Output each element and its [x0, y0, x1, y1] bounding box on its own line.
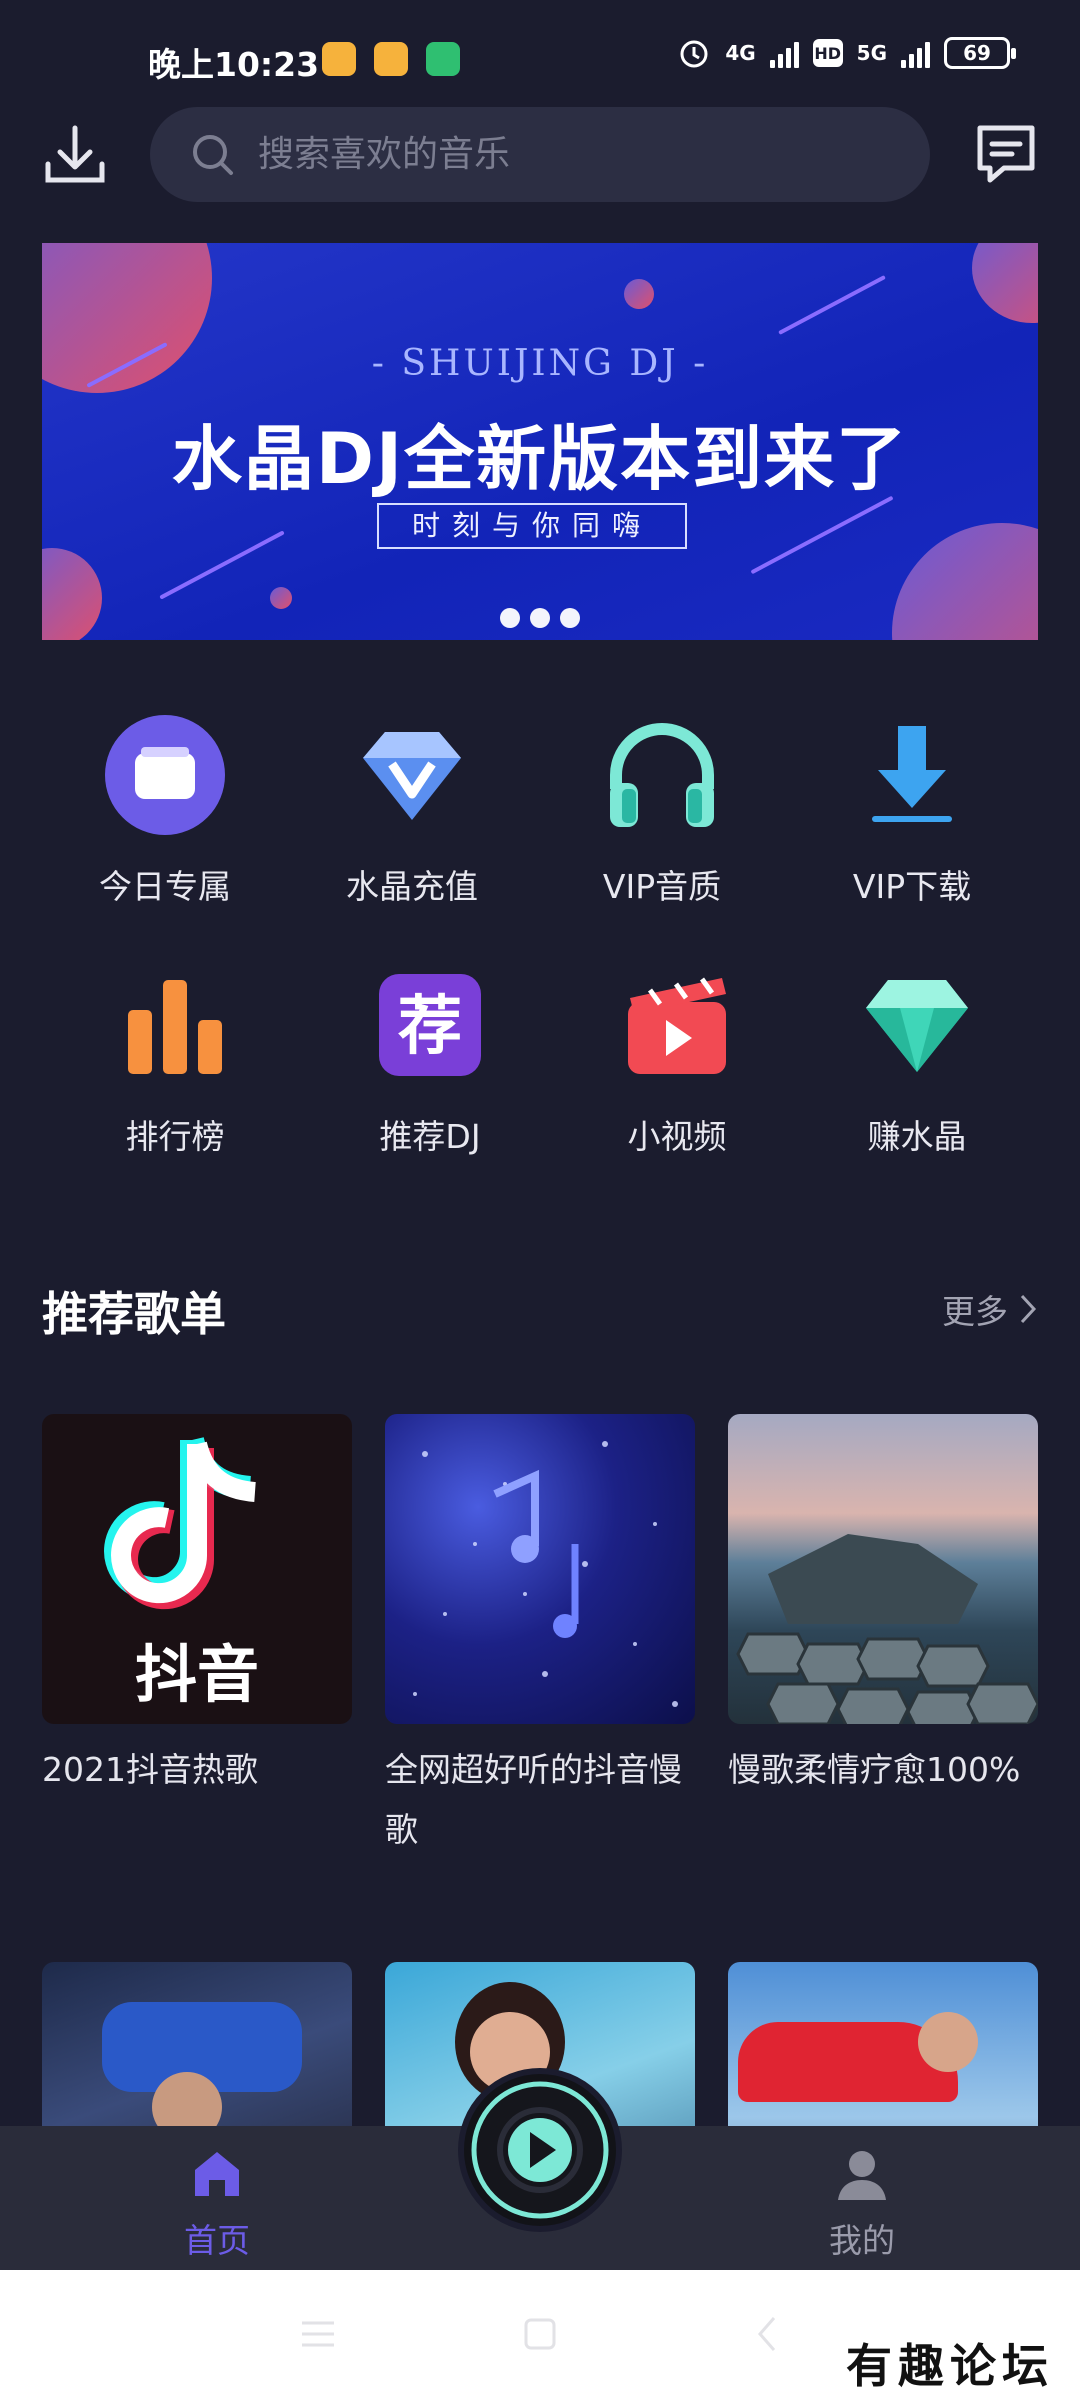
notification-icon [374, 42, 408, 76]
banner-tagline: 时刻与你同嗨 [377, 503, 687, 549]
person-image [918, 2012, 978, 2072]
gem-icon [852, 960, 982, 1090]
back-icon[interactable] [752, 2314, 782, 2354]
play-button[interactable] [458, 2068, 622, 2232]
play-icon [471, 2081, 609, 2219]
signal-icon [769, 38, 799, 68]
home-icon [195, 2152, 239, 2196]
search-input[interactable] [256, 133, 856, 176]
home-square-icon[interactable] [522, 2316, 558, 2352]
alarm-icon [680, 40, 708, 68]
menu-icon[interactable] [298, 2317, 338, 2351]
shield-icon [426, 42, 460, 76]
menu-item-vip-download[interactable]: VIP下载 [787, 710, 1037, 908]
carousel-dot[interactable] [530, 608, 550, 628]
watermark: 有趣论坛 [846, 2339, 1054, 2393]
recommend-icon: 荐 [365, 960, 495, 1090]
diamond-v-icon [347, 710, 477, 840]
playlist-card[interactable]: 全网超好听的抖音慢歌 [385, 1414, 695, 1860]
playlist-title: 慢歌柔情疗愈100% [728, 1750, 1021, 1789]
basalt-rocks-image [736, 1534, 1038, 1724]
nav-label: 首页 [184, 2221, 250, 2260]
headphones-icon [597, 710, 727, 840]
banner-subtitle: - SHUIJING DJ - [371, 343, 709, 384]
chevron-right-icon [1020, 1294, 1037, 1324]
carousel-indicator [42, 608, 1038, 628]
music-note-icon [413, 1441, 678, 1707]
playlist-cover [385, 1414, 695, 1724]
more-link[interactable]: 更多 [942, 1285, 1040, 1333]
playlist-title: 全网超好听的抖音慢歌 [385, 1750, 682, 1849]
playlist-cover: 抖音 [42, 1414, 352, 1724]
decoration [270, 587, 292, 609]
cover-text: 抖音 [134, 1638, 259, 1711]
menu-item-recharge[interactable]: 水晶充值 [287, 710, 537, 908]
menu-item-ranking[interactable]: 排行榜 [50, 960, 300, 1158]
status-time: 晚上10:23 [148, 45, 320, 84]
signal-icon [901, 38, 930, 68]
menu-label: 推荐DJ [379, 1117, 481, 1156]
search-icon [193, 134, 233, 175]
menu-label: 赚水晶 [867, 1117, 967, 1156]
more-label: 更多 [942, 1292, 1008, 1331]
menu-item-today[interactable]: 今日专属 [40, 710, 290, 908]
user-icon [838, 2151, 886, 2200]
nav-mine[interactable]: 我的 [782, 2144, 942, 2262]
menu-label: 排行榜 [125, 1117, 225, 1156]
decoration [778, 275, 886, 335]
decoration [750, 495, 894, 575]
playlist-card[interactable]: 抖音 2021抖音热歌 [42, 1414, 352, 1800]
carousel-dot[interactable] [560, 608, 580, 628]
download-icon [847, 710, 977, 840]
menu-label: 水晶充值 [346, 867, 478, 906]
download-icon[interactable] [40, 120, 110, 190]
network-label: 4G [725, 41, 756, 65]
decoration [159, 530, 285, 600]
menu-item-short-video[interactable]: 小视频 [552, 960, 802, 1158]
promo-banner[interactable]: - SHUIJING DJ - 水晶DJ全新版本到来了 时刻与你同嗨 [42, 243, 1038, 640]
network-label: 5G [856, 41, 887, 65]
playlist-title: 2021抖音热歌 [42, 1750, 258, 1789]
svg-text:荐: 荐 [398, 990, 462, 1064]
menu-item-earn[interactable]: 赚水晶 [792, 960, 1042, 1158]
bar-chart-icon [110, 960, 240, 1090]
decoration [624, 279, 654, 309]
menu-label: VIP下载 [852, 867, 972, 906]
banner-title: 水晶DJ全新版本到来了 [171, 418, 909, 500]
battery-indicator: 69 [944, 37, 1016, 69]
menu-item-recommend-dj[interactable]: 荐 推荐DJ [305, 960, 555, 1158]
menu-label: VIP音质 [602, 867, 722, 906]
video-icon [612, 960, 742, 1090]
playlist-cover [728, 1414, 1038, 1724]
calendar-icon [100, 710, 230, 840]
carousel-dot[interactable] [500, 608, 520, 628]
nav-label: 我的 [829, 2221, 895, 2260]
message-icon[interactable] [970, 118, 1042, 190]
status-indicators: 4G HD 5G 69 [677, 36, 1016, 70]
notification-icon [322, 42, 356, 76]
playlist-card[interactable]: 慢歌柔情疗愈100% [728, 1414, 1038, 1800]
menu-label: 小视频 [627, 1117, 727, 1156]
hd-badge: HD [812, 39, 843, 67]
status-bar: 晚上10:23 4G HD 5G 69 [0, 0, 1080, 110]
decoration [972, 243, 1038, 323]
section-title: 推荐歌单 [42, 1287, 226, 1341]
search-bar[interactable] [150, 107, 930, 202]
nav-home[interactable]: 首页 [137, 2144, 297, 2262]
menu-label: 今日专属 [99, 867, 231, 906]
menu-item-vip-quality[interactable]: VIP音质 [537, 710, 787, 908]
